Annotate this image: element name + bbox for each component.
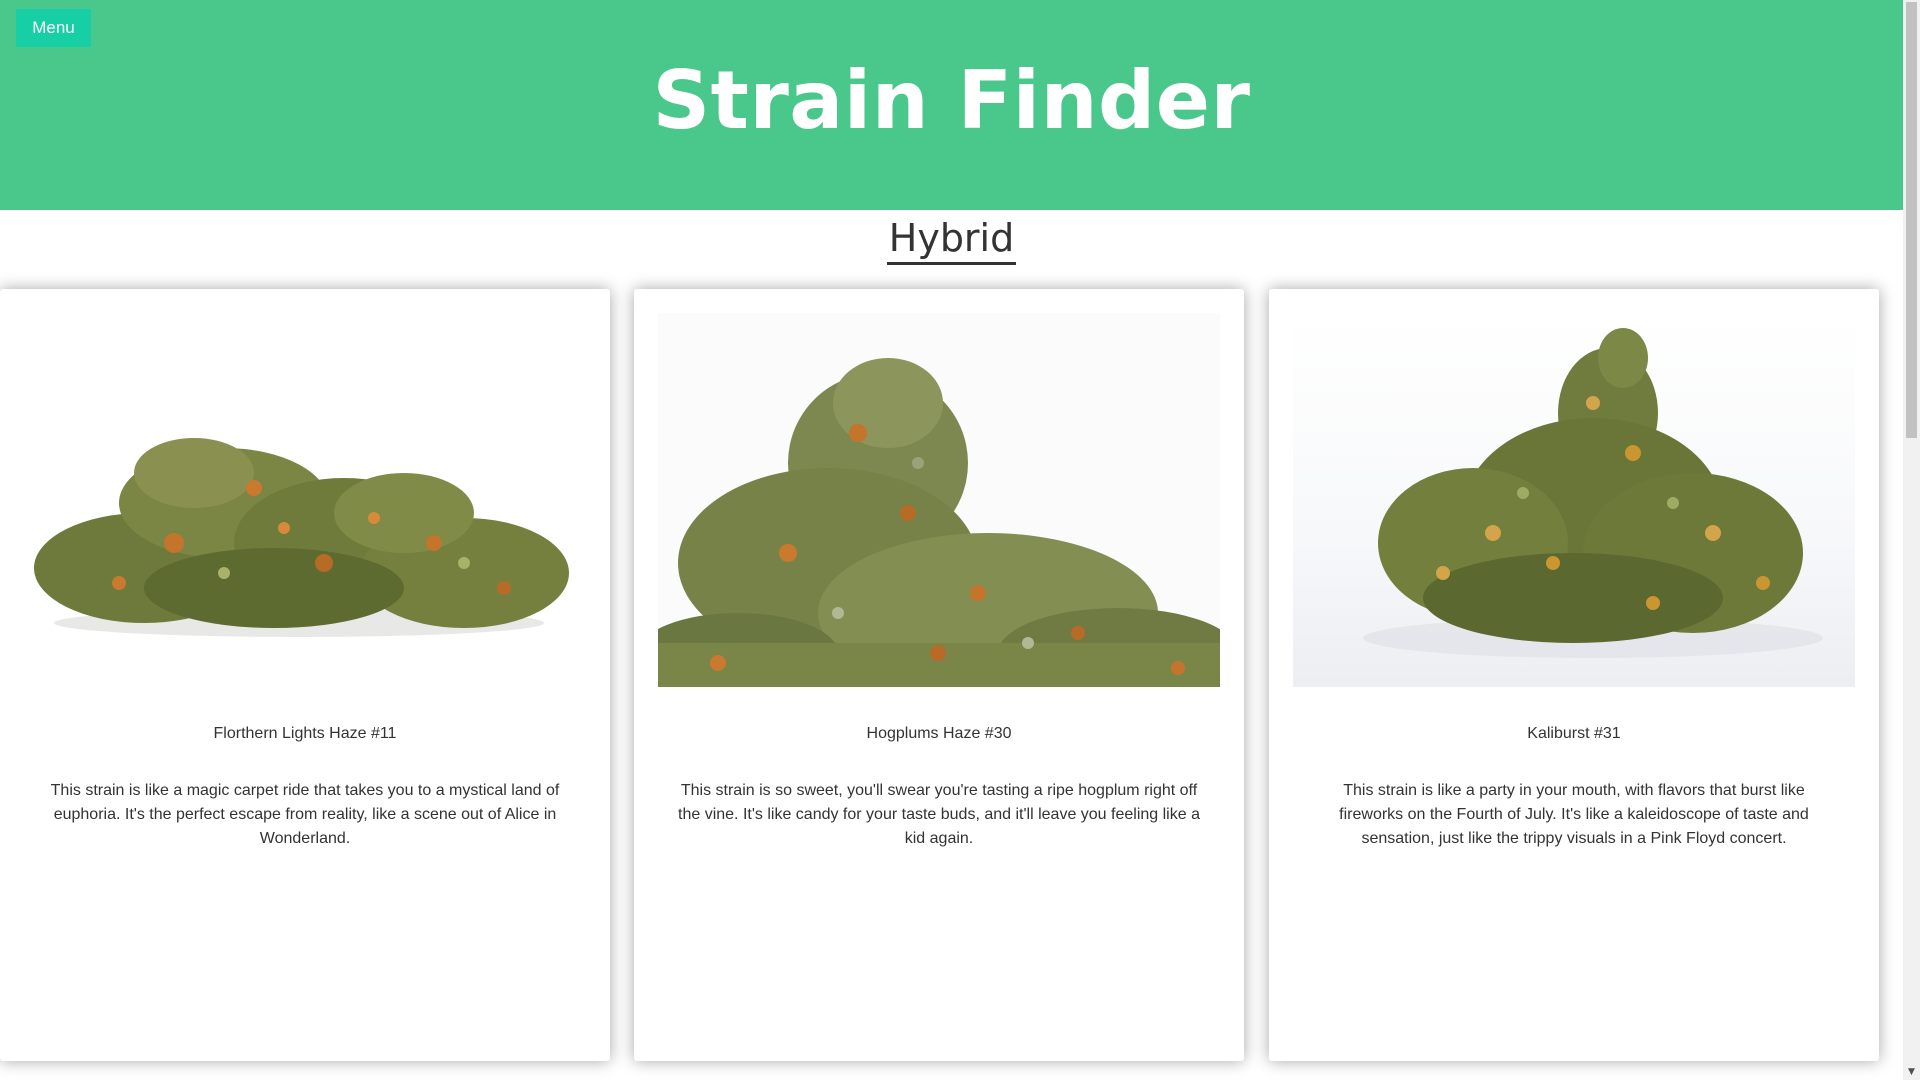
menu-button[interactable]: Menu: [16, 9, 91, 47]
cannabis-bud-image: [658, 313, 1220, 687]
strain-card[interactable]: Kaliburst #31 This strain is like a part…: [1269, 289, 1879, 1061]
scrollbar-thumb[interactable]: [1906, 2, 1917, 438]
category-heading: Hybrid: [0, 214, 1903, 265]
vertical-scrollbar[interactable]: ▼: [1903, 0, 1920, 1080]
strain-name: Florthern Lights Haze #11: [213, 725, 397, 742]
category-heading-label: Hybrid: [886, 214, 1017, 265]
strain-name: Kaliburst #31: [1527, 725, 1621, 742]
strain-card[interactable]: Florthern Lights Haze #11 This strain is…: [0, 289, 610, 1061]
strain-image: [658, 313, 1220, 687]
site-header: Menu Strain Finder: [0, 0, 1903, 210]
scroll-down-arrow-icon[interactable]: ▼: [1903, 1063, 1920, 1080]
strain-card[interactable]: Hogplums Haze #30 This strain is so swee…: [634, 289, 1244, 1061]
cannabis-bud-image: [1363, 328, 1823, 658]
page-title: Strain Finder: [652, 54, 1251, 147]
strain-image: [1293, 313, 1855, 687]
strain-name: Hogplums Haze #30: [866, 725, 1012, 742]
strain-description: This strain is like a magic carpet ride …: [50, 782, 560, 847]
strain-description: This strain is like a party in your mout…: [1339, 782, 1809, 847]
cannabis-bud-image: [34, 438, 569, 637]
strain-image: [24, 313, 586, 687]
strain-description: This strain is so sweet, you'll swear yo…: [678, 782, 1200, 847]
